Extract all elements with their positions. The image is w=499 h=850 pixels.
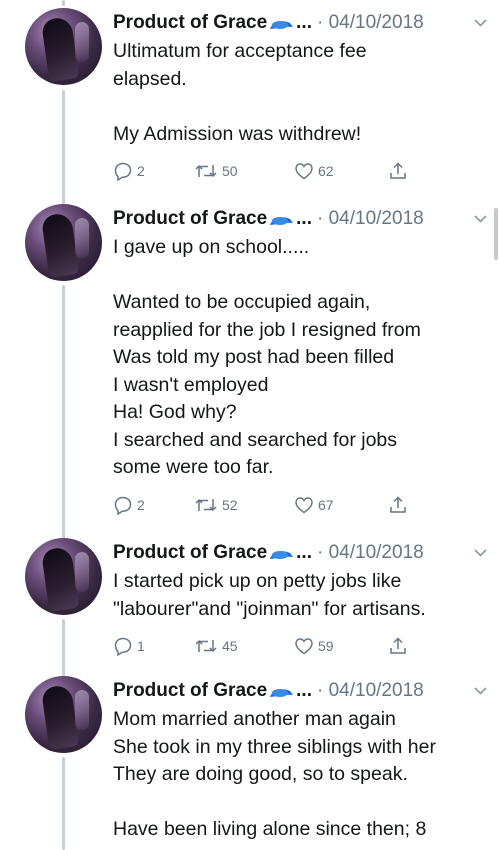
reply-button[interactable]: 1 [113, 636, 194, 656]
reply-icon [113, 161, 133, 181]
tweet-actions: 2 50 62 [113, 157, 487, 185]
retweet-count: 52 [222, 496, 238, 513]
retweet-icon [194, 637, 218, 655]
like-button[interactable]: 62 [294, 162, 388, 180]
tweet-actions: 1 45 59 [113, 632, 487, 660]
retweet-button[interactable]: 50 [194, 162, 294, 180]
avatar[interactable] [25, 8, 102, 85]
chevron-down-icon[interactable] [473, 684, 487, 698]
reply-icon [113, 495, 133, 515]
like-count: 62 [318, 163, 334, 179]
tweet-date[interactable]: · 04/10/2018 [317, 680, 424, 702]
avatar[interactable] [25, 676, 102, 753]
reply-icon [113, 636, 133, 656]
tweet-date[interactable]: · 04/10/2018 [317, 542, 424, 564]
reply-count: 2 [137, 496, 145, 513]
share-button[interactable] [388, 495, 408, 515]
scrollbar[interactable] [494, 208, 498, 260]
thread-line [62, 619, 65, 677]
tweet-header: Product of Grace ... · 04/10/2018 [113, 676, 487, 706]
retweet-button[interactable]: 45 [194, 637, 294, 655]
name-ellipsis: ... [296, 542, 312, 563]
reply-count: 1 [137, 638, 145, 654]
share-icon [388, 161, 408, 181]
cap-emoji-icon [268, 213, 294, 227]
tweet-text: I gave up on school..... Wanted to be oc… [113, 236, 421, 478]
share-button[interactable] [388, 161, 408, 181]
author-name[interactable]: Product of Grace [113, 542, 267, 564]
tweet-header: Product of Grace ... · 04/10/2018 [113, 204, 487, 234]
tweet-text: Ultimatum for acceptance fee elapsed. My… [113, 40, 367, 145]
reply-count: 2 [137, 163, 145, 179]
tweet-header: Product of Grace ... · 04/10/2018 [113, 538, 487, 568]
thread-line [62, 90, 65, 204]
like-count: 67 [318, 496, 334, 513]
retweet-count: 50 [222, 163, 238, 179]
chevron-down-icon[interactable] [473, 212, 487, 226]
thread-line [62, 0, 65, 6]
retweet-count: 45 [222, 638, 238, 654]
tweet-text: Mom married another man again She took i… [113, 708, 436, 840]
cap-emoji-icon [268, 685, 294, 699]
share-button[interactable] [388, 636, 408, 656]
thread-line [62, 757, 65, 850]
tweet-actions: 2 52 67 [113, 491, 487, 519]
like-icon [294, 637, 314, 655]
cap-emoji-icon [268, 547, 294, 561]
avatar[interactable] [25, 538, 102, 615]
name-ellipsis: ... [296, 680, 312, 701]
author-name[interactable]: Product of Grace [113, 208, 267, 230]
tweet-date[interactable]: · 04/10/2018 [317, 208, 424, 230]
reply-button[interactable]: 2 [113, 161, 194, 181]
like-icon [294, 496, 314, 514]
avatar[interactable] [25, 204, 102, 281]
author-name[interactable]: Product of Grace [113, 680, 267, 702]
name-ellipsis: ... [296, 208, 312, 229]
cap-emoji-icon [268, 17, 294, 31]
tweet-date[interactable]: · 04/10/2018 [317, 12, 424, 34]
retweet-icon [194, 496, 218, 514]
author-name[interactable]: Product of Grace [113, 12, 267, 34]
retweet-icon [194, 162, 218, 180]
like-icon [294, 162, 314, 180]
chevron-down-icon[interactable] [473, 546, 487, 560]
thread-line [62, 285, 65, 539]
tweet-text: I started pick up on petty jobs like "la… [113, 570, 426, 620]
tweet-header: Product of Grace ... · 04/10/2018 [113, 8, 487, 38]
name-ellipsis: ... [296, 12, 312, 33]
retweet-button[interactable]: 52 [194, 496, 294, 514]
share-icon [388, 495, 408, 515]
like-button[interactable]: 59 [294, 637, 388, 655]
like-button[interactable]: 67 [294, 496, 388, 514]
reply-button[interactable]: 2 [113, 495, 194, 515]
chevron-down-icon[interactable] [473, 16, 487, 30]
like-count: 59 [318, 638, 334, 654]
share-icon [388, 636, 408, 656]
